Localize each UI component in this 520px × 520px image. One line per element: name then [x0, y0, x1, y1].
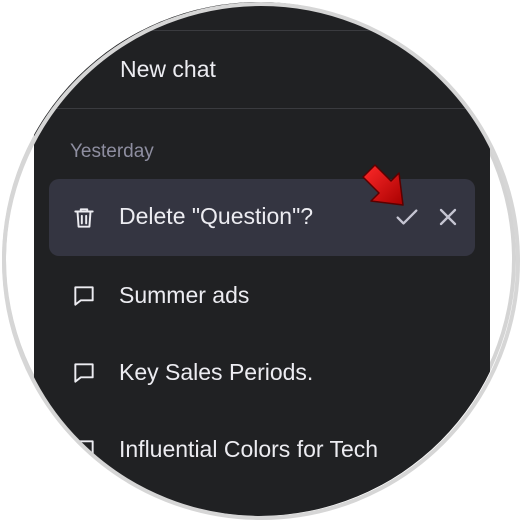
- close-icon: [439, 208, 457, 226]
- magnifier-circle: New chat Yesterday Delete "Question"? Su…: [2, 2, 516, 516]
- chat-item-label: Summer ads: [119, 282, 250, 308]
- chat-item-label: Key Sales Periods.: [119, 359, 314, 385]
- zoomed-screenshot: New chat Yesterday Delete "Question"? Su…: [0, 0, 520, 520]
- new-chat-button[interactable]: New chat: [120, 56, 216, 83]
- trash-icon: [71, 205, 97, 231]
- divider: [34, 30, 490, 31]
- chat-item-influential-colors[interactable]: Influential Colors for Tech: [49, 420, 475, 480]
- chat-bubble-icon: [71, 360, 97, 386]
- chat-item-summer-ads[interactable]: Summer ads: [49, 266, 475, 326]
- cancel-delete-button[interactable]: [434, 203, 462, 231]
- chat-item-key-sales-periods[interactable]: Key Sales Periods.: [49, 343, 475, 403]
- red-arrow-icon: [357, 159, 415, 217]
- divider: [34, 108, 490, 109]
- chat-bubble-icon: [71, 437, 97, 463]
- section-label-yesterday: Yesterday: [70, 141, 154, 162]
- new-chat-label: New chat: [120, 56, 216, 82]
- chat-bubble-icon: [71, 283, 97, 309]
- delete-prompt-text: Delete "Question"?: [119, 203, 314, 229]
- chat-item-label: Influential Colors for Tech: [119, 436, 379, 462]
